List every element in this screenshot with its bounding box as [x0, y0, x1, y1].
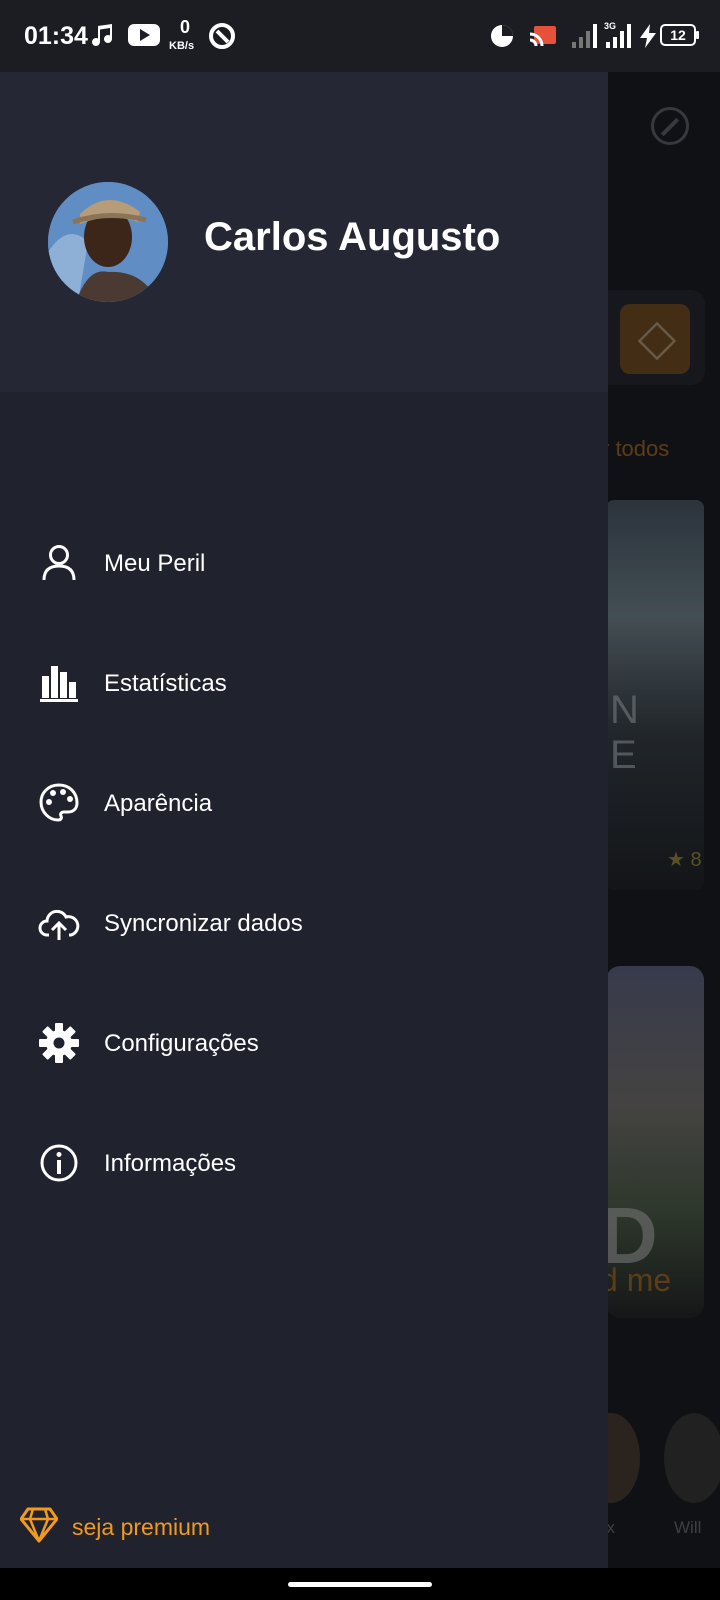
- system-nav-bar: [0, 1568, 720, 1600]
- menu-item-info[interactable]: Informações: [0, 1122, 608, 1202]
- charging-icon: [640, 24, 656, 48]
- data-saver-icon: [491, 25, 513, 47]
- net-speed-value: 0: [180, 17, 191, 37]
- battery-level: 12: [660, 24, 699, 46]
- menu-item-profile[interactable]: Meu Peril: [0, 522, 608, 602]
- palette-icon: [39, 783, 79, 822]
- premium-button[interactable]: seja premium: [20, 1502, 280, 1552]
- navigation-drawer: Carlos Augusto Meu Peril Estatísticas Ap…: [0, 72, 608, 1568]
- svg-text:3G: 3G: [604, 21, 616, 31]
- menu-label: Syncronizar dados: [104, 910, 303, 937]
- avatar[interactable]: [48, 182, 168, 302]
- premium-label: seja premium: [72, 1514, 211, 1540]
- music-icon: [92, 24, 112, 46]
- home-gesture-handle[interactable]: [288, 1582, 432, 1587]
- net-speed-unit: KB/s: [169, 40, 195, 52]
- cloud-upload-icon: [38, 909, 80, 940]
- cast-icon: [530, 26, 556, 47]
- menu-label: Configurações: [104, 1030, 259, 1057]
- menu-label: Aparência: [104, 790, 213, 817]
- menu-item-appearance[interactable]: Aparência: [0, 762, 608, 842]
- gear-icon: [39, 1023, 79, 1063]
- menu-item-statistics[interactable]: Estatísticas: [0, 642, 608, 722]
- menu-item-sync[interactable]: Syncronizar dados: [0, 882, 608, 962]
- menu-label: Informações: [104, 1150, 237, 1177]
- status-bar: 01:34 0 KB/s 3G 12: [0, 0, 720, 72]
- vpn-icon: [209, 23, 235, 49]
- user-name: Carlos Augusto: [204, 215, 501, 259]
- person-icon: [42, 545, 76, 581]
- profile-photo: [48, 182, 168, 302]
- drawer-header: Carlos Augusto: [0, 72, 608, 392]
- menu-label: Meu Peril: [104, 550, 206, 577]
- menu-item-settings[interactable]: Configurações: [0, 1002, 608, 1082]
- diamond-icon: [20, 1507, 58, 1543]
- signal-3g-icon: 3G: [604, 21, 631, 48]
- youtube-icon: [128, 24, 160, 46]
- status-time: 01:34: [24, 22, 88, 50]
- info-icon: [40, 1144, 78, 1182]
- signal-weak-icon: [572, 24, 597, 48]
- bar-chart-icon: [40, 666, 78, 702]
- menu-label: Estatísticas: [104, 670, 227, 697]
